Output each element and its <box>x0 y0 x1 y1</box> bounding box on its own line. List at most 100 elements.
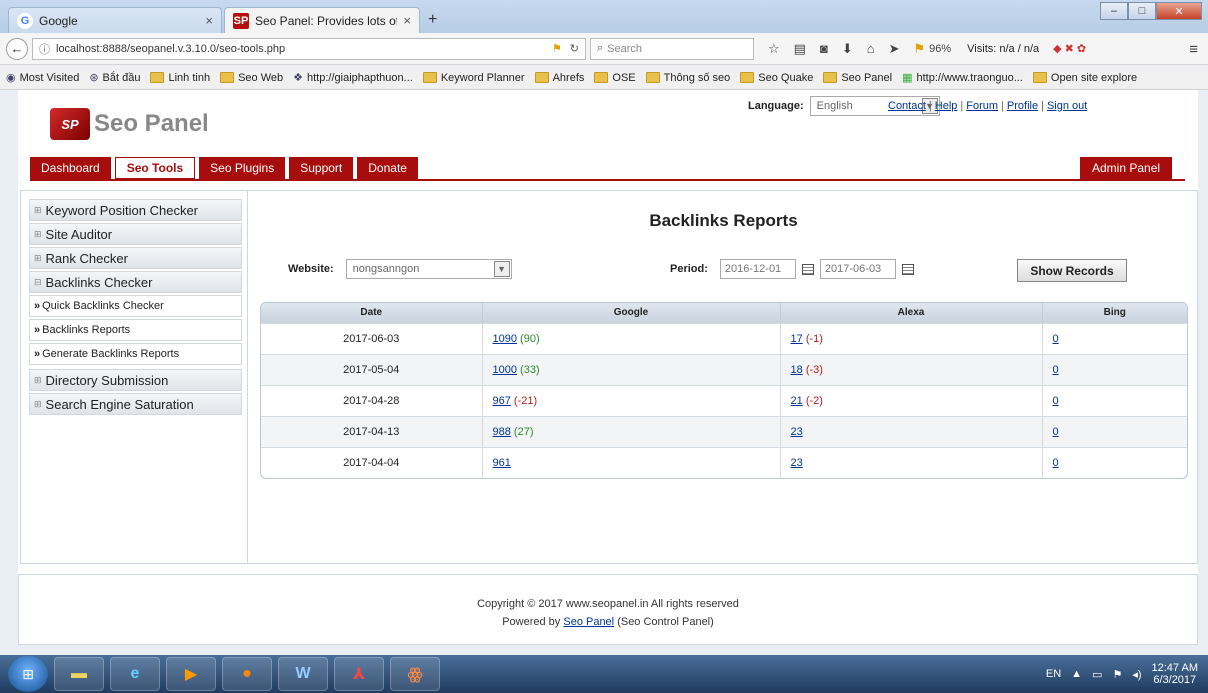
bing-count-link[interactable]: 0 <box>1053 364 1059 376</box>
windows-start-icon[interactable]: ⊞ <box>8 656 48 692</box>
forum-link[interactable]: Forum <box>966 100 998 112</box>
google-cell: 988 (27) <box>481 415 780 447</box>
show-hidden-icons-icon[interactable]: ▲ <box>1071 668 1082 680</box>
bookmark-bat-dau[interactable]: ⊛ Bắt đầu <box>89 71 141 85</box>
extension-icons[interactable]: ◆ ✖ ✿ <box>1053 42 1086 55</box>
firefox-icon[interactable]: ● <box>222 657 272 691</box>
sidebar-subitem-quick-backlinks-checker[interactable]: » Quick Backlinks Checker <box>29 295 242 317</box>
sidebar-item-site-auditor[interactable]: ⊞ Site Auditor <box>29 223 242 245</box>
website-select[interactable]: nongsanngon ▼ <box>345 259 512 279</box>
flag-icon[interactable]: ⚑ <box>552 42 562 55</box>
sign-out-link[interactable]: Sign out <box>1047 100 1087 112</box>
contact-link[interactable]: Contact <box>888 100 926 112</box>
sidebar-item-search-engine-saturation[interactable]: ⊞ Search Engine Saturation <box>29 393 242 415</box>
info-icon[interactable]: ⓘ <box>39 41 50 57</box>
bing-count-link[interactable]: 0 <box>1053 333 1059 345</box>
window-close-icon[interactable]: ✕ <box>1156 2 1202 20</box>
google-count-link[interactable]: 988 <box>493 426 511 438</box>
show-records-button[interactable]: Show Records <box>1017 259 1127 282</box>
column-header-alexa: Alexa <box>779 303 1042 323</box>
action-center-icon[interactable]: ⚑ <box>1112 668 1122 681</box>
menu-seo-tools[interactable]: Seo Tools <box>114 157 196 179</box>
bing-count-link[interactable]: 0 <box>1053 426 1059 438</box>
help-link[interactable]: Help <box>935 100 958 112</box>
bookmark-seo-quake[interactable]: Seo Quake <box>740 72 813 84</box>
browser-titlebar: G Google × SP Seo Panel: Provides lots o… <box>0 0 1208 33</box>
xampp-icon[interactable]: ꙮ <box>390 657 440 691</box>
alexa-count-link[interactable]: 18 <box>791 364 803 376</box>
bookmark-seo-panel[interactable]: Seo Panel <box>823 72 892 84</box>
sidebar-item-directory-submission[interactable]: ⊞ Directory Submission <box>29 369 242 391</box>
table-row: 2017-04-28 967 (-21) 21 (-2) 0 <box>261 384 1187 416</box>
menu-seo-plugins[interactable]: Seo Plugins <box>199 157 286 179</box>
sidebar-item-keyword-position-checker[interactable]: ⊞ Keyword Position Checker <box>29 199 242 221</box>
menu-donate[interactable]: Donate <box>357 157 418 179</box>
bookmark-traonguo[interactable]: ▦ http://www.traonguo... <box>902 71 1023 85</box>
google-count-link[interactable]: 961 <box>493 457 511 469</box>
sidebar-subitem-backlinks-reports[interactable]: » Backlinks Reports <box>29 319 242 341</box>
seo-panel-logo[interactable]: SP Seo Panel <box>50 108 209 140</box>
bookmark-ose[interactable]: OSE <box>594 72 636 84</box>
bookmark-ahrefs[interactable]: Ahrefs <box>534 72 584 84</box>
bookmark-giaiphap[interactable]: ❖ http://giaiphapthuon... <box>293 71 413 85</box>
calendar-icon[interactable] <box>901 263 914 275</box>
hamburger-menu-icon[interactable]: ≡ <box>1189 41 1198 58</box>
bookmark-seo-web[interactable]: Seo Web <box>220 72 283 84</box>
maximize-icon[interactable]: □ <box>1128 2 1156 20</box>
alexa-count-link[interactable]: 23 <box>791 457 803 469</box>
download-icon[interactable]: ⬇ <box>842 41 853 57</box>
alexa-count-link[interactable]: 21 <box>791 395 803 407</box>
home-icon[interactable]: ⌂ <box>867 41 875 56</box>
star-icon[interactable]: ☆ <box>768 41 780 57</box>
minimize-icon[interactable]: – <box>1100 2 1128 20</box>
media-player-icon[interactable]: ▶ <box>166 657 216 691</box>
word-icon[interactable]: W <box>278 657 328 691</box>
acrobat-icon[interactable]: ⅄ <box>334 657 384 691</box>
pocket-icon[interactable]: ◙ <box>820 41 828 56</box>
bookmark-keyword-planner[interactable]: Keyword Planner <box>422 72 525 84</box>
zoom-level: 96% <box>929 42 952 55</box>
bookmark-linh-tinh[interactable]: Linh tinh <box>150 72 210 84</box>
admin-panel-button[interactable]: Admin Panel <box>1080 157 1173 179</box>
calendar-icon[interactable] <box>801 263 814 275</box>
bing-count-link[interactable]: 0 <box>1053 457 1059 469</box>
google-count-link[interactable]: 1090 <box>493 333 517 345</box>
network-icon[interactable]: ▭ <box>1092 668 1102 681</box>
sidebar-subitem-generate-backlinks-reports[interactable]: » Generate Backlinks Reports <box>29 343 242 365</box>
seo-panel-link[interactable]: Seo Panel <box>563 616 614 628</box>
google-count-link[interactable]: 967 <box>493 395 511 407</box>
alexa-count-link[interactable]: 17 <box>791 333 803 345</box>
sidebar-item-backlinks-checker[interactable]: ⊟ Backlinks Checker <box>29 271 242 293</box>
bookmark-thong-so-seo[interactable]: Thông số seo <box>645 72 730 84</box>
reload-icon[interactable]: ↻ <box>570 42 579 55</box>
tab-google[interactable]: G Google × <box>8 7 222 33</box>
menu-dashboard[interactable]: Dashboard <box>30 157 111 179</box>
send-icon[interactable]: ➤ <box>889 41 900 57</box>
tab-seo-panel[interactable]: SP Seo Panel: Provides lots of hc × <box>224 7 420 33</box>
clock[interactable]: 12:47 AM 6/3/2017 <box>1152 662 1198 686</box>
bookmark-most-visited[interactable]: ◉ Most Visited <box>6 71 79 85</box>
menu-divider <box>30 179 1185 181</box>
url-bar[interactable]: ⓘ localhost:8888/seopanel.v.3.10.0/seo-t… <box>32 37 586 60</box>
internet-explorer-icon[interactable]: e <box>110 657 160 691</box>
close-icon[interactable]: × <box>403 13 411 28</box>
sidebar-item-rank-checker[interactable]: ⊞ Rank Checker <box>29 247 242 269</box>
seoquake-icon[interactable]: ⚑ <box>913 41 925 57</box>
close-icon[interactable]: × <box>205 13 213 28</box>
google-count-link[interactable]: 1000 <box>493 364 517 376</box>
bookmark-open-site-explore[interactable]: Open site explore <box>1032 72 1137 84</box>
back-icon[interactable]: ← <box>6 37 28 60</box>
new-tab-icon[interactable]: + <box>428 11 437 29</box>
profile-link[interactable]: Profile <box>1007 100 1038 112</box>
bookmark-label: Bắt đầu <box>102 71 141 84</box>
search-input[interactable]: ⌕ Search <box>590 37 754 60</box>
date-to-input[interactable]: 2017-06-03 <box>819 259 896 279</box>
input-language[interactable]: EN <box>1046 668 1061 680</box>
menu-support[interactable]: Support <box>289 157 354 179</box>
reading-list-icon[interactable]: ▤ <box>794 41 806 57</box>
volume-icon[interactable]: ◂) <box>1132 668 1141 681</box>
date-from-input[interactable]: 2016-12-01 <box>719 259 796 279</box>
alexa-count-link[interactable]: 23 <box>791 426 803 438</box>
file-explorer-icon[interactable]: ▬ <box>54 657 104 691</box>
bing-count-link[interactable]: 0 <box>1053 395 1059 407</box>
